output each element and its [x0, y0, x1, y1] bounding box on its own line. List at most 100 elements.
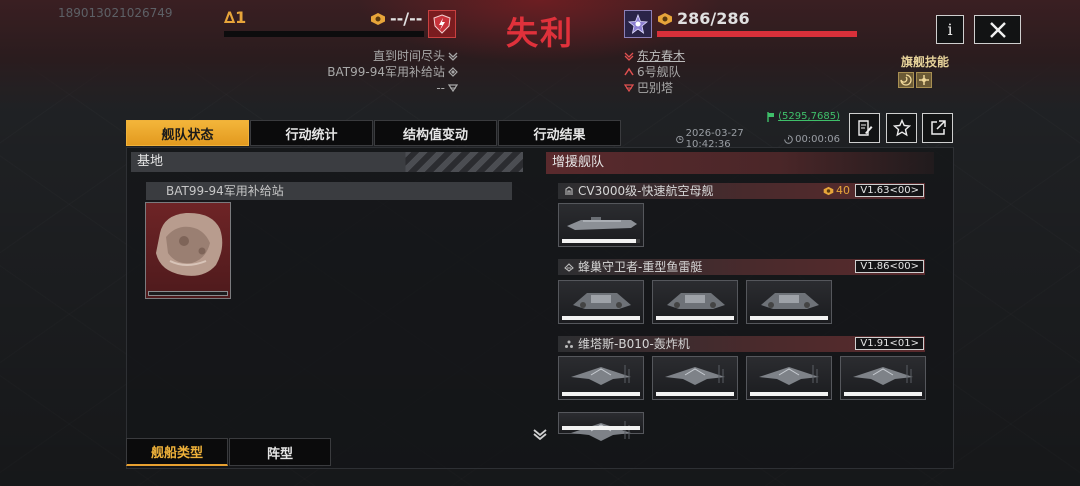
- left-info-fleet: 直到时间尽头: [372, 49, 445, 63]
- torpedo-class-icon: [564, 263, 574, 272]
- ship-hp-fill: [656, 316, 734, 320]
- left-score: --/--: [370, 9, 422, 28]
- ship-card[interactable]: [558, 280, 644, 324]
- left-info-station: BAT99-94军用补给站: [327, 65, 445, 79]
- ship-hp-fill: [562, 316, 640, 320]
- ship-card[interactable]: [558, 412, 644, 441]
- right-info-row: 东方春木: [624, 48, 685, 64]
- carrier-class-icon: [565, 186, 573, 195]
- report-tabs: 舰队状态 行动统计 结构值变动 行动结果: [126, 120, 622, 146]
- station-name-bar: BAT99-94军用补给站: [146, 182, 512, 200]
- coin-icon: [823, 186, 834, 196]
- report-icon: [857, 120, 872, 136]
- ship-hp-fill: [562, 392, 640, 396]
- ship-hp-bar: [656, 316, 734, 320]
- scroll-down-chevron-icon[interactable]: [531, 428, 549, 440]
- ship-hp-fill: [656, 392, 734, 396]
- ship-hp-bar: [844, 392, 922, 396]
- ship-class-name: CV3000级-快速航空母舰: [578, 184, 714, 198]
- ship-hp-bar: [656, 392, 734, 396]
- tab-ship-type[interactable]: 舰船类型: [126, 438, 228, 466]
- ship-class-name: 维塔斯-B010-轰炸机: [578, 337, 690, 351]
- coordinates-link[interactable]: (5295,7685): [676, 111, 840, 122]
- left-health-bar: [224, 31, 424, 37]
- caret-up-icon: [624, 67, 634, 76]
- ship-hp-fill: [750, 316, 828, 320]
- star-icon: [892, 119, 911, 137]
- ship-hp-bar: [750, 316, 828, 320]
- ship-card[interactable]: [558, 356, 644, 400]
- station-name: BAT99-94军用补给站: [166, 184, 284, 198]
- ship-image: [843, 359, 923, 395]
- ship-card[interactable]: [746, 356, 832, 400]
- ship-image: [655, 283, 735, 319]
- left-faction-emblem: [428, 10, 456, 38]
- right-info: 东方春木 6号舰队 巴别塔: [624, 48, 685, 96]
- ship-image: [561, 359, 641, 395]
- account-id: 189013021026749: [58, 6, 173, 20]
- left-score-value: --/--: [390, 9, 423, 28]
- info-button[interactable]: i: [936, 15, 964, 44]
- right-score-value: 286/286: [677, 9, 750, 28]
- ship-class-version[interactable]: V1.91<01>: [855, 337, 924, 350]
- base-section-header: 基地: [131, 152, 523, 172]
- share-button[interactable]: [922, 113, 953, 143]
- left-info-row: BAT99-94军用补给站: [327, 64, 458, 80]
- right-info-commander[interactable]: 东方春木: [637, 48, 685, 64]
- flag-icon: [767, 111, 775, 122]
- left-info-row: 直到时间尽头: [327, 48, 458, 64]
- station-card[interactable]: [145, 202, 231, 299]
- ship-image: [561, 415, 641, 451]
- clock-icon: [676, 135, 684, 143]
- ship-hp-fill: [562, 239, 637, 243]
- right-faction-emblem: [624, 10, 652, 38]
- ship-card[interactable]: [652, 356, 738, 400]
- reinforcement-section-title: 增援舰队: [552, 155, 605, 170]
- right-info-row: 巴别塔: [624, 80, 685, 96]
- diamond-icon: [448, 67, 458, 77]
- right-score: 286/286: [657, 9, 750, 28]
- ship-card[interactable]: [840, 356, 926, 400]
- ship-hp-fill: [750, 392, 828, 396]
- ship-image: [561, 206, 641, 242]
- ship-class-version[interactable]: V1.86<00>: [855, 260, 924, 273]
- ship-hp-bar: [562, 316, 640, 320]
- tab-structure-change[interactable]: 结构值变动: [374, 120, 497, 146]
- tab-fleet-status[interactable]: 舰队状态: [126, 120, 249, 146]
- ship-image: [749, 283, 829, 319]
- close-button[interactable]: [974, 15, 1021, 44]
- skill-swirl-icon[interactable]: [898, 72, 914, 88]
- tab-formation[interactable]: 阵型: [229, 438, 331, 466]
- flagship-skill-label: 旗舰技能: [901, 55, 950, 69]
- left-rank: ∆1: [224, 8, 247, 27]
- ship-hp-fill: [562, 426, 640, 430]
- ship-hp-bar: [562, 392, 640, 396]
- base-section-title: 基地: [137, 154, 164, 169]
- ship-image: [749, 359, 829, 395]
- left-info-row: --: [327, 80, 458, 96]
- ship-class-header: 蜂巢守卫者-重型鱼雷艇 V1.86<00>: [558, 259, 925, 275]
- ship-hp-bar: [562, 239, 640, 243]
- right-info-alliance: 巴别塔: [637, 81, 674, 95]
- favorite-button[interactable]: [886, 113, 917, 143]
- ship-class-version[interactable]: V1.63<00>: [855, 184, 924, 197]
- asteroid-station-image: [156, 212, 223, 276]
- bottom-tabs: 舰船类型 阵型: [126, 438, 332, 466]
- reinforcement-section-header: 增援舰队: [546, 152, 934, 174]
- skill-crosshair-icon[interactable]: [916, 72, 932, 88]
- left-info: 直到时间尽头 BAT99-94军用补给站 --: [327, 48, 458, 96]
- chevron-down-icon: [624, 52, 634, 61]
- station-hp-bar: [148, 291, 228, 296]
- tab-action-stats[interactable]: 行动统计: [250, 120, 373, 146]
- ship-image: [561, 283, 641, 319]
- star-emblem-icon: [627, 13, 649, 34]
- ship-card[interactable]: [558, 203, 644, 247]
- shield-bolt-icon: [433, 14, 451, 34]
- report-edit-button[interactable]: [849, 113, 880, 143]
- share-icon: [930, 120, 946, 135]
- triangle-icon: [624, 84, 634, 93]
- ship-card[interactable]: [746, 280, 832, 324]
- tab-action-result[interactable]: 行动结果: [498, 120, 621, 146]
- ship-class-name: 蜂巢守卫者-重型鱼雷艇: [578, 260, 703, 274]
- ship-card[interactable]: [652, 280, 738, 324]
